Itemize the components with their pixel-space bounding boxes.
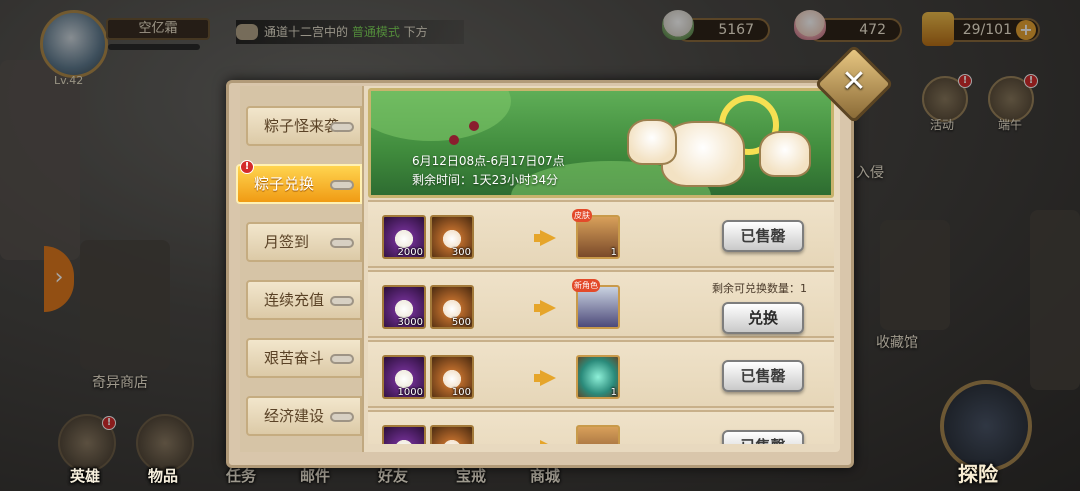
orange-zongzi-icon[interactable]: 100	[430, 355, 474, 399]
exchange-row: 已售罄	[368, 410, 834, 444]
tab-monthly-signin[interactable]: 月签到	[246, 222, 362, 262]
nav-items-label-overlay: 物品	[148, 467, 179, 485]
purple-zongzi-icon[interactable]: 2000	[382, 215, 426, 259]
tab-label: 粽子兑换	[254, 175, 315, 193]
orange-zongzi-icon[interactable]: 500	[430, 285, 474, 329]
item-qty: 1000	[397, 387, 423, 398]
tab-label: 艰苦奋斗	[264, 349, 325, 367]
hero-skin-reward-icon[interactable]: 皮肤 1	[572, 209, 620, 259]
clip-icon	[330, 180, 354, 190]
tab-zongzi-monster[interactable]: 粽子怪来袭	[246, 106, 362, 146]
tab-hard-work[interactable]: 艰苦奋斗	[246, 338, 362, 378]
event-date-range: 6月12日08点-6月17日07点	[412, 154, 565, 168]
tab-label: 粽子怪来袭	[264, 117, 340, 135]
zongzi-icon	[759, 131, 811, 177]
tab-label: 连续充值	[264, 291, 325, 309]
item-qty: 3000	[397, 317, 423, 328]
new-hero-reward-icon[interactable]: 新角色	[572, 279, 620, 329]
tab-label: 月签到	[264, 233, 310, 251]
exchange-row: 2000 300 皮肤 1 已售罄	[368, 200, 834, 268]
leaf-decoration	[371, 91, 511, 141]
tab-continuous-recharge[interactable]: 连续充值	[246, 280, 362, 320]
sold-out-button[interactable]: 已售罄	[722, 430, 804, 444]
purple-zongzi-icon[interactable]	[382, 425, 426, 444]
item-qty: 500	[451, 317, 471, 328]
item-qty: 1	[610, 387, 617, 398]
explore-label-overlay: 探险	[958, 462, 998, 486]
remaining-exchange-count: 剩余可兑换数量：1	[712, 282, 807, 295]
tab-label: 经济建设	[264, 407, 325, 425]
bean-decoration	[449, 135, 459, 145]
event-remaining-time: 剩余时间：1天23小时34分	[412, 173, 559, 187]
arrow-right-icon	[534, 370, 556, 386]
clip-icon	[330, 296, 354, 306]
clip-icon	[330, 354, 354, 364]
item-qty: 2000	[397, 247, 423, 258]
arrow-right-icon	[534, 300, 556, 316]
exchange-row: 3000 500 新角色 剩余可兑换数量：1 兑换	[368, 270, 834, 338]
item-qty: 100	[451, 387, 471, 398]
clip-icon	[330, 412, 354, 422]
nav-hero-label-overlay: 英雄	[70, 467, 101, 485]
clip-icon	[330, 122, 354, 132]
tab-exchange-badge: !	[240, 160, 254, 174]
arrow-right-icon	[540, 440, 556, 444]
purple-zongzi-icon[interactable]: 3000	[382, 285, 426, 329]
reward-icon[interactable]	[576, 425, 620, 444]
arrow-right-icon	[534, 230, 556, 246]
clip-icon	[330, 238, 354, 248]
orange-zongzi-icon[interactable]	[430, 425, 474, 444]
exchange-button[interactable]: 兑换	[722, 302, 804, 334]
item-qty: 1	[610, 247, 617, 258]
sold-out-button[interactable]: 已售罄	[722, 360, 804, 392]
orange-zongzi-icon[interactable]: 300	[430, 215, 474, 259]
sold-out-button[interactable]: 已售罄	[722, 220, 804, 252]
spirit-orb-reward-icon[interactable]: 1	[576, 355, 620, 399]
tab-economic-construction[interactable]: 经济建设	[246, 396, 362, 436]
purple-zongzi-icon[interactable]: 1000	[382, 355, 426, 399]
exchange-list[interactable]: 2000 300 皮肤 1 已售罄 3000 500 新角色 剩余可兑换数量：1 …	[368, 200, 834, 444]
item-qty: 300	[451, 247, 471, 258]
close-icon[interactable]: ✕	[838, 66, 870, 98]
zongzi-icon	[627, 119, 677, 165]
reward-tag: 新角色	[572, 279, 600, 292]
exchange-row: 1000 100 1 已售罄	[368, 340, 834, 408]
tab-zongzi-exchange[interactable]: 粽子兑换	[236, 164, 362, 204]
reward-tag: 皮肤	[572, 209, 592, 222]
bean-decoration	[469, 121, 479, 131]
